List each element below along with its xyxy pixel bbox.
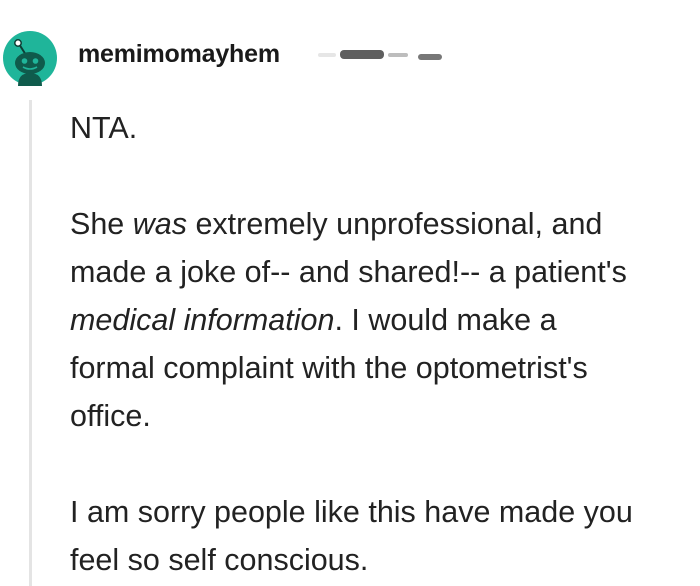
comment-text-line: feel so self conscious. xyxy=(70,543,369,577)
comment-paragraph-verdict: NTA. xyxy=(70,104,700,152)
comment-italic-text: was xyxy=(132,207,187,241)
comment-text-segment: extremely unprofessional, and xyxy=(187,207,603,241)
thread-line[interactable] xyxy=(29,100,32,586)
comment-text-line: medical information. I would make a xyxy=(70,296,700,344)
comment-text-segment: . I would make a xyxy=(334,303,557,337)
comment-text-line: made a joke of-- and shared!-- a patient… xyxy=(70,255,627,289)
comment-text-line: NTA. xyxy=(70,111,138,145)
user-avatar[interactable] xyxy=(2,30,58,86)
comment-text-line: I am sorry people like this have made yo… xyxy=(70,495,633,529)
comment-text-segment: She xyxy=(70,207,133,241)
redacted-metadata-blur xyxy=(318,50,442,60)
comment-author-username[interactable]: memimomayhem xyxy=(78,40,280,69)
comment-paragraph-main: She was extremely unprofessional, and ma… xyxy=(70,200,700,440)
comment-text-line: She was extremely unprofessional, and xyxy=(70,200,700,248)
comment-body: NTA. She was extremely unprofessional, a… xyxy=(70,104,700,584)
comment-text-line: office. xyxy=(70,399,151,433)
comment: memimomayhem NTA. She was extremely unpr… xyxy=(0,0,700,586)
comment-paragraph-closing: I am sorry people like this have made yo… xyxy=(70,488,700,584)
comment-italic-text: medical information xyxy=(70,303,335,337)
comment-text-line: formal complaint with the optometrist's xyxy=(70,351,588,385)
snoo-avatar-icon xyxy=(3,31,57,86)
